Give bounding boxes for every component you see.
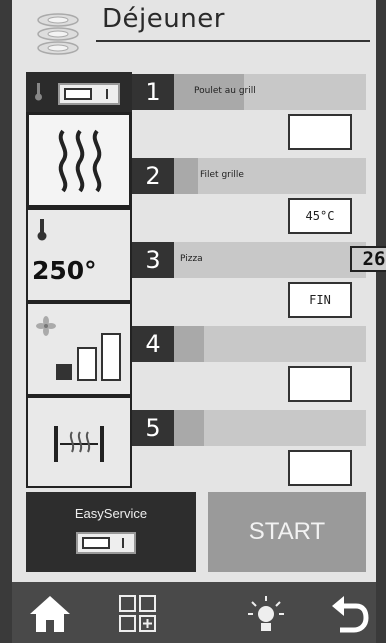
row-number: 3 xyxy=(132,242,174,278)
program-name: Filet grille xyxy=(200,170,244,180)
mode-toggle-row[interactable] xyxy=(26,72,132,112)
program-row-1[interactable]: 1 Poulet au grill xyxy=(132,74,366,160)
heat-waves-icon xyxy=(51,127,109,199)
light-bulb-icon[interactable] xyxy=(244,592,288,636)
header: Déjeuner xyxy=(12,0,376,66)
program-row-2[interactable]: 2 Filet grille 45°C xyxy=(132,158,366,244)
page-title: Déjeuner xyxy=(102,4,225,34)
program-name-bar[interactable] xyxy=(174,326,366,362)
row-number: 1 xyxy=(132,74,174,110)
easyservice-toggle[interactable] xyxy=(76,532,136,554)
fan-speed-bars-icon xyxy=(54,330,126,388)
program-name: Pizza xyxy=(180,254,203,264)
row-value-box[interactable]: FIN xyxy=(288,282,352,318)
back-arrow-icon[interactable] xyxy=(328,592,372,636)
program-name-bar[interactable]: Filet grille xyxy=(174,158,366,194)
progress-fill xyxy=(174,158,198,194)
stacked-plates-icon xyxy=(35,10,81,58)
toggle-knob xyxy=(64,88,92,100)
steam-door-icon xyxy=(50,422,110,470)
heat-mode-button[interactable] xyxy=(26,112,132,208)
row-number: 5 xyxy=(132,410,174,446)
toggle-on-mark xyxy=(106,89,108,99)
easyservice-label: EasyService xyxy=(74,506,148,521)
home-icon[interactable] xyxy=(28,592,72,636)
program-name-bar[interactable]: Poulet au grill xyxy=(174,74,366,110)
thermometer-small-icon xyxy=(34,82,44,106)
program-row-4[interactable]: 4 xyxy=(132,326,366,412)
progress-fill xyxy=(174,326,204,362)
program-name-bar[interactable]: Pizza 26 xyxy=(174,242,386,278)
fan-icon xyxy=(36,316,56,340)
mode-toggle-switch[interactable] xyxy=(58,83,120,105)
fan-speed-button[interactable] xyxy=(26,302,132,396)
steam-door-button[interactable] xyxy=(26,396,132,488)
row-value-box[interactable] xyxy=(288,450,352,486)
progress-fill xyxy=(174,410,204,446)
program-row-5[interactable]: 5 xyxy=(132,410,366,496)
toggle-knob xyxy=(82,537,110,549)
bottom-navbar xyxy=(12,582,376,643)
temperature-button[interactable]: 250° xyxy=(26,208,132,302)
toggle-on-mark xyxy=(122,538,124,548)
start-button[interactable]: START xyxy=(208,492,366,572)
row-value-box[interactable] xyxy=(288,366,352,402)
row-number: 4 xyxy=(132,326,174,362)
row-value-box[interactable]: 45°C xyxy=(288,198,352,234)
easyservice-button[interactable]: EasyService xyxy=(26,492,196,572)
program-name-bar[interactable] xyxy=(174,410,366,446)
row-value-box[interactable] xyxy=(288,114,352,150)
timer-display: 26 xyxy=(350,246,386,272)
program-name: Poulet au grill xyxy=(194,86,256,96)
oven-screen: Déjeuner 250° 1 Poulet au grill 2 Filet … xyxy=(12,0,386,582)
program-row-3[interactable]: 3 Pizza 26 FIN xyxy=(132,242,386,328)
row-number: 2 xyxy=(132,158,174,194)
title-underline xyxy=(96,40,370,42)
temperature-value: 250° xyxy=(32,256,97,285)
grid-add-icon[interactable] xyxy=(116,592,160,636)
thermometer-icon xyxy=(36,218,48,246)
cooking-settings-panel: 250° xyxy=(26,72,132,488)
